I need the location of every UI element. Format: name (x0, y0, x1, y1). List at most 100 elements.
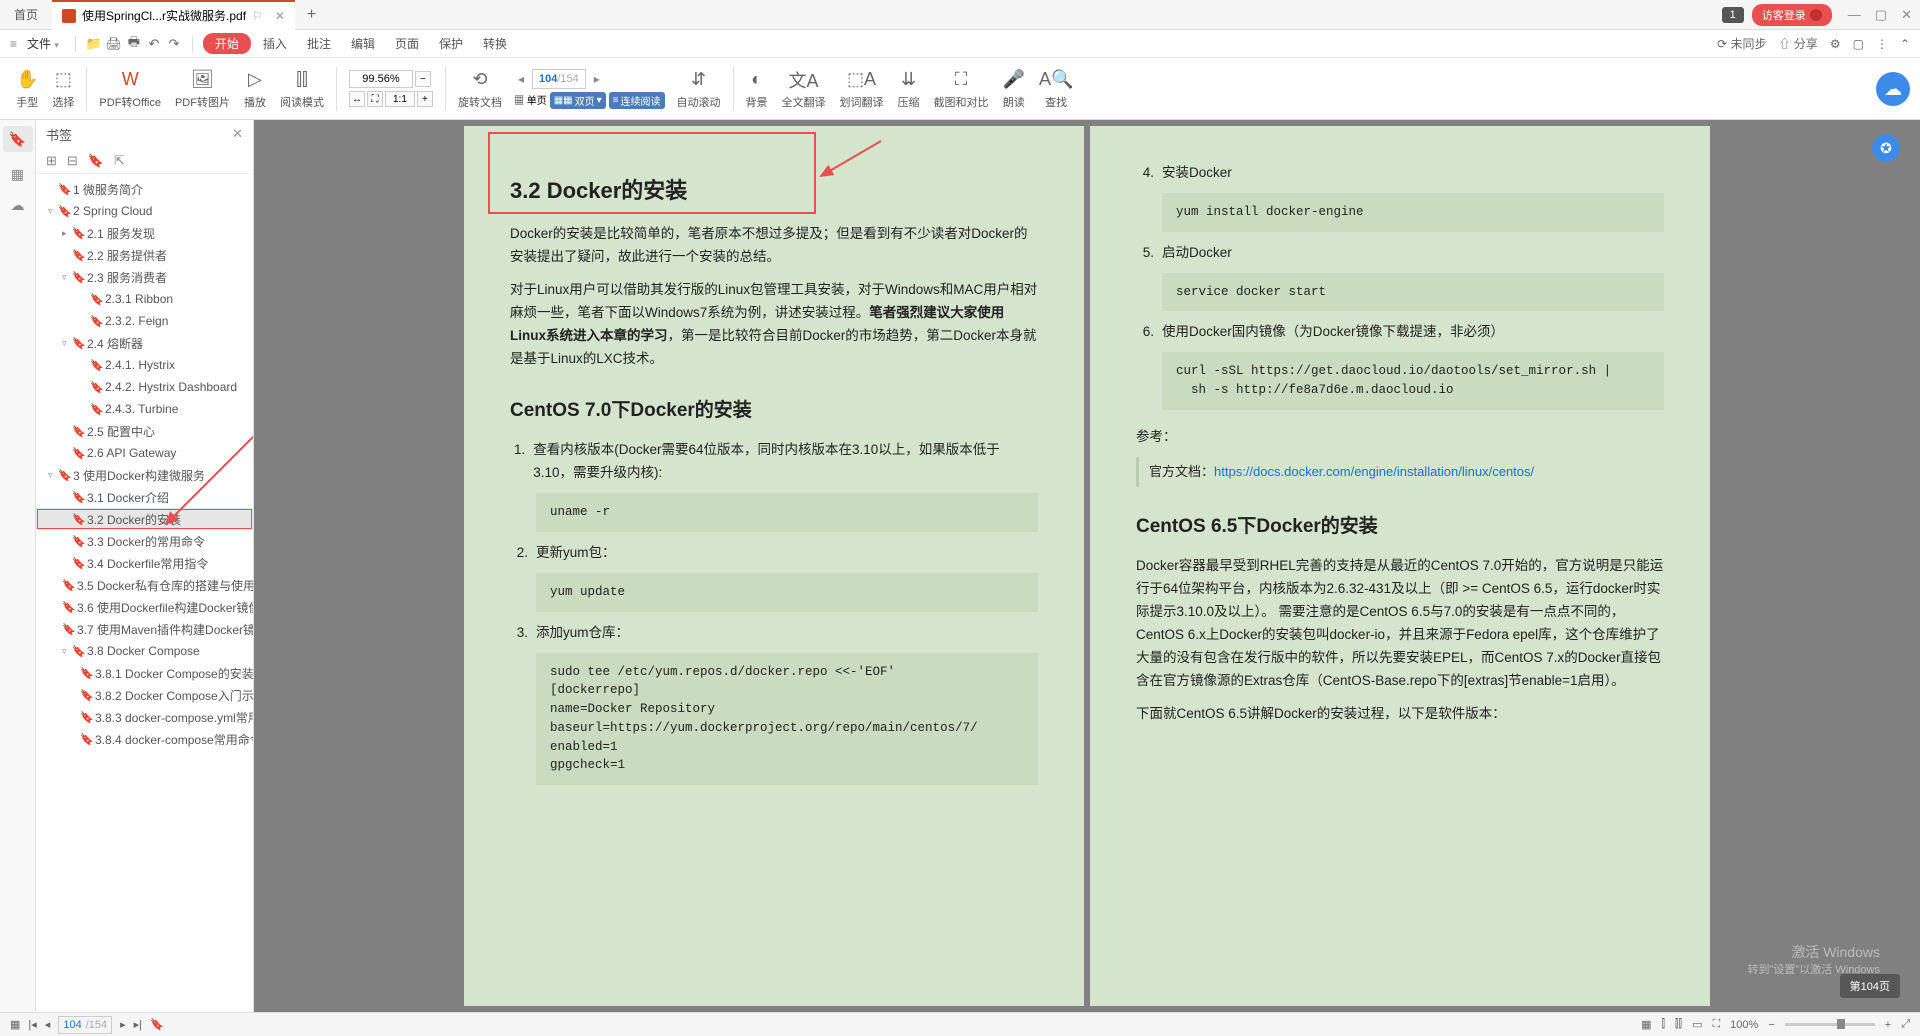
close-icon[interactable]: ✕ (1901, 7, 1912, 23)
bookmark-item[interactable]: 🔖3.7 使用Maven插件构建Docker镜像 (36, 618, 253, 640)
bookmark-item[interactable]: 🔖3.8.2 Docker Compose入门示例 (36, 684, 253, 706)
status-zoom-out[interactable]: − (1768, 1019, 1774, 1031)
bookmark-item[interactable]: 🔖3.8.1 Docker Compose的安装 (36, 662, 253, 684)
bookmark-item[interactable]: 🔖2.3.2. Feign (36, 310, 253, 332)
zoom-100-button[interactable]: 1:1 (385, 91, 415, 107)
maximize-icon[interactable]: ▢ (1875, 7, 1887, 23)
expand-all-icon[interactable]: ⊞ (46, 153, 57, 169)
bookmark-item[interactable]: 🔖2.4.2. Hystrix Dashboard (36, 376, 253, 398)
share-button[interactable]: ⇧ 分享 (1778, 35, 1817, 52)
tab-pin-icon[interactable]: ⚐ (252, 9, 263, 23)
tab-edit[interactable]: 编辑 (343, 35, 383, 52)
rail-thumbnail-icon[interactable]: ▦ (11, 166, 24, 183)
status-page-input[interactable]: 104/154 (58, 1016, 112, 1034)
bookmark-item[interactable]: 🔖2.2 服务提供者 (36, 244, 253, 266)
status-next-icon[interactable]: ▸ (120, 1018, 126, 1031)
save-icon[interactable]: 🖨 (106, 36, 122, 52)
tab-annotate[interactable]: 批注 (299, 35, 339, 52)
assistant-float-icon[interactable]: ✪ (1872, 134, 1900, 162)
print-icon[interactable]: 🖶 (126, 36, 142, 52)
view-icon-1[interactable]: ▦ (1641, 1018, 1651, 1031)
tab-close-icon[interactable]: ✕ (275, 9, 285, 23)
bookmark-item[interactable]: ▸🔖2.1 服务发现 (36, 222, 253, 244)
collapse-ribbon-icon[interactable]: ⌃ (1900, 37, 1910, 51)
status-grid-icon[interactable]: ▦ (10, 1018, 20, 1031)
tab-protect[interactable]: 保护 (431, 35, 471, 52)
bookmark-item[interactable]: 🔖2.5 配置中心 (36, 420, 253, 442)
fit-width-icon[interactable]: ↔ (349, 91, 365, 107)
status-zoom-in[interactable]: + (1885, 1019, 1891, 1031)
bookmark-item[interactable]: ▿🔖3.8 Docker Compose (36, 640, 253, 662)
minimize-icon[interactable]: ― (1848, 7, 1861, 23)
status-prev-icon[interactable]: ◂ (45, 1018, 51, 1031)
zoom-input[interactable] (349, 70, 413, 88)
tab-convert[interactable]: 转换 (475, 35, 515, 52)
bookmark-item[interactable]: 🔖2.3.1 Ribbon (36, 288, 253, 310)
layout-double[interactable]: ▦▦ 双页 ▾ (550, 92, 606, 109)
rail-bookmark-icon[interactable]: 🔖 (3, 126, 33, 152)
more-icon[interactable]: ⋮ (1876, 37, 1888, 51)
status-first-icon[interactable]: |◂ (28, 1018, 36, 1031)
zoom-in-button[interactable]: + (417, 91, 433, 107)
view-icon-4[interactable]: ▭ (1692, 1018, 1702, 1031)
bookmark-item[interactable]: 🔖2.4.1. Hystrix (36, 354, 253, 376)
page-next-icon[interactable]: ▸ (590, 72, 604, 86)
collapse-all-icon[interactable]: ⊟ (67, 153, 78, 169)
bookmark-item[interactable]: 🔖3.1 Docker介绍 (36, 486, 253, 508)
bookmark-item[interactable]: 🔖3.2 Docker的安装 (36, 508, 253, 530)
bookmark-item[interactable]: 🔖3.3 Docker的常用命令 (36, 530, 253, 552)
cloud-sync-icon[interactable]: ☁ (1876, 72, 1910, 106)
tool-background[interactable]: ◐背景 (740, 68, 774, 110)
menu-icon[interactable]: ≡ (10, 37, 17, 51)
tool-crop[interactable]: ⛶截图和对比 (928, 68, 995, 110)
login-button[interactable]: 访客登录 (1752, 4, 1832, 26)
reference-link[interactable]: https://docs.docker.com/engine/installat… (1214, 464, 1534, 479)
bookmark-item[interactable]: 🔖3.6 使用Dockerfile构建Docker镜像 (36, 596, 253, 618)
document-viewport[interactable]: 3.2 Docker的安装 Docker的安装是比较简单的，笔者原本不想过多提及… (254, 120, 1920, 1012)
bookmark-item[interactable]: 🔖3.4 Dockerfile常用指令 (36, 552, 253, 574)
bookmark-item[interactable]: ▿🔖2.3 服务消费者 (36, 266, 253, 288)
zoom-out-button[interactable]: − (415, 71, 431, 87)
page-input[interactable]: 104/154 (532, 69, 586, 89)
page-prev-icon[interactable]: ◂ (514, 72, 528, 86)
fit-page-icon[interactable]: ⛶ (367, 91, 383, 107)
bookmark-item[interactable]: ▿🔖3 使用Docker构建微服务 (36, 464, 253, 486)
tool-rotate[interactable]: ⟲旋转文档 (452, 68, 508, 110)
tab-active-file[interactable]: 使用SpringCl...r实战微服务.pdf ⚐ ✕ (52, 0, 295, 30)
tool-fulltranslate[interactable]: 文A全文翻译 (776, 68, 832, 110)
layout-continuous[interactable]: ≡ 连续阅读 (609, 92, 665, 109)
tool-readmode[interactable]: ⫿⫿阅读模式 (274, 68, 330, 110)
settings-icon[interactable]: ⚙ (1830, 37, 1841, 51)
bookmark-item[interactable]: 🔖2.4.3. Turbine (36, 398, 253, 420)
bookmark-item[interactable]: 🔖3.5 Docker私有仓库的搭建与使用 (36, 574, 253, 596)
tool-pdf2office[interactable]: WPDF转Office (93, 68, 167, 110)
skin-icon[interactable]: ▢ (1853, 37, 1864, 51)
bookmark-nav-icon[interactable]: ⇱ (114, 153, 125, 169)
rail-cloud-icon[interactable]: ☁ (11, 197, 25, 214)
status-bookmark-icon[interactable]: 🔖 (150, 1018, 164, 1031)
tab-insert[interactable]: 插入 (255, 35, 295, 52)
tool-read[interactable]: 🎤朗读 (997, 68, 1031, 110)
tool-wordtranslate[interactable]: ⬚A划词翻译 (834, 68, 890, 110)
tool-compress[interactable]: ⇊压缩 (892, 68, 926, 110)
zoom-slider[interactable] (1785, 1023, 1875, 1026)
status-fullscreen-icon[interactable]: ⤢ (1901, 1018, 1910, 1031)
tab-start[interactable]: 开始 (203, 33, 251, 54)
view-icon-5[interactable]: ⛶ (1712, 1018, 1720, 1031)
tool-find[interactable]: A🔍查找 (1033, 68, 1079, 110)
file-menu[interactable]: 文件 ▾ (21, 35, 65, 52)
tool-autoscroll[interactable]: ⇵自动滚动 (671, 68, 727, 110)
bookmark-item[interactable]: ▿🔖2.4 熔断器 (36, 332, 253, 354)
tool-select[interactable]: ⬚选择 (46, 68, 80, 110)
undo-icon[interactable]: ↶ (146, 36, 162, 52)
open-icon[interactable]: 📁 (86, 36, 102, 52)
tool-pdf2img[interactable]: 🖼PDF转图片 (169, 68, 236, 110)
view-icon-2[interactable]: ⫿ (1661, 1018, 1665, 1031)
layout-single[interactable]: ▦ 单页 (514, 92, 547, 109)
bookmark-item[interactable]: 🔖1 微服务简介 (36, 178, 253, 200)
bookmark-item[interactable]: ▿🔖2 Spring Cloud (36, 200, 253, 222)
tool-play[interactable]: ▷播放 (238, 68, 272, 110)
bookmark-item[interactable]: 🔖3.8.4 docker-compose常用命令 (36, 728, 253, 750)
bookmark-add-icon[interactable]: 🔖 (88, 153, 104, 169)
status-last-icon[interactable]: ▸| (134, 1018, 142, 1031)
